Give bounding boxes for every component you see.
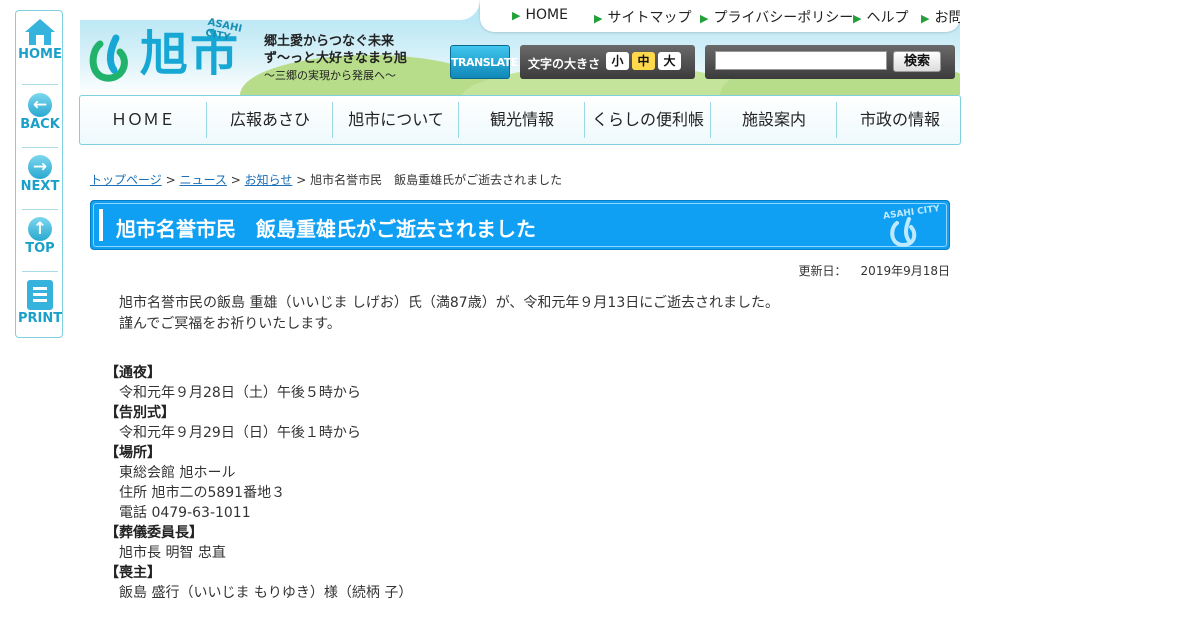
arrow-up-icon: ↑ bbox=[28, 217, 52, 241]
top-nav: ▶HOME ▶サイトマップ ▶プライバシーポリシー ▶ヘルプ ▶お問い合わせ bbox=[480, 0, 960, 32]
tagline-line: ～三郷の実現から発展へ～ bbox=[264, 69, 396, 82]
updated-value: 2019年9月18日 bbox=[860, 264, 950, 278]
top-nav-help[interactable]: ▶ ヘルプ bbox=[853, 7, 908, 27]
home-icon bbox=[25, 19, 55, 45]
tagline: 郷土愛からつなぐ未来 ず〜っと大好きなまち旭 ～三郷の実現から発展へ～ bbox=[264, 33, 407, 84]
breadcrumb-link-notice[interactable]: お知らせ bbox=[245, 173, 293, 187]
top-nav-home[interactable]: ▶ HOME bbox=[512, 7, 568, 23]
detail-value: 令和元年９月29日（日）午後１時から bbox=[119, 425, 361, 441]
detail-heading-wake: 【通夜】 bbox=[105, 365, 161, 381]
side-nav-home-label: HOME bbox=[18, 47, 62, 62]
breadcrumb: トップページ > ニュース > お知らせ > 旭市名誉市民 飯島重雄氏がご逝去さ… bbox=[90, 171, 562, 188]
arrow-right-icon: → bbox=[28, 155, 52, 179]
top-nav-sitemap-label: サイトマップ bbox=[607, 10, 692, 26]
detail-value: 飯島 盛行（いいじま もりゆき）様（続柄 子） bbox=[119, 585, 413, 601]
top-nav-contact[interactable]: ▶ お問い合わせ bbox=[921, 7, 960, 27]
logo-mark-icon bbox=[89, 34, 128, 82]
page-title: 旭市名誉市民 飯島重雄氏がご逝去されました bbox=[116, 217, 536, 241]
breadcrumb-separator: > bbox=[296, 173, 307, 187]
gnav-kouhou[interactable]: 広報あさひ bbox=[207, 96, 333, 144]
chevron-right-icon: ▶ bbox=[853, 12, 862, 25]
font-size-label: 文字の大きさ bbox=[528, 57, 601, 71]
gnav-living[interactable]: くらしの便利帳 bbox=[585, 96, 711, 144]
top-nav-contact-label: お問い合わせ bbox=[934, 10, 960, 26]
header-cloud bbox=[80, 0, 480, 20]
breadcrumb-link-top[interactable]: トップページ bbox=[90, 173, 162, 187]
funeral-details: 【通夜】 令和元年９月28日（土）午後５時から 【告別式】 令和元年９月29日（… bbox=[105, 363, 412, 603]
side-nav-next[interactable]: → NEXT bbox=[16, 155, 64, 194]
tagline-line: 郷土愛からつなぐ未来 bbox=[264, 34, 395, 49]
side-nav-home[interactable]: HOME bbox=[16, 17, 64, 62]
side-nav-back[interactable]: ← BACK bbox=[16, 93, 64, 132]
gnav-facilities[interactable]: 施設案内 bbox=[711, 96, 837, 144]
chevron-right-icon: ▶ bbox=[594, 12, 603, 25]
breadcrumb-separator: > bbox=[165, 173, 176, 187]
tagline-line: ず〜っと大好きなまち旭 bbox=[264, 51, 408, 66]
gnav-tourism[interactable]: 観光情報 bbox=[459, 96, 585, 144]
paragraph: 謹んでご冥福をお祈りいたします。 bbox=[119, 316, 341, 332]
article-body: 旭市名誉市民の飯島 重雄（いいじま しげお）氏（満87歳）が、令和元年９月13日… bbox=[119, 293, 779, 335]
top-nav-sitemap[interactable]: ▶ サイトマップ bbox=[594, 7, 691, 27]
side-nav: HOME ← BACK → NEXT ↑ TOP PRINT bbox=[15, 10, 63, 338]
site-header: ▶HOME ▶サイトマップ ▶プライバシーポリシー ▶ヘルプ ▶お問い合わせ 旭… bbox=[80, 0, 960, 95]
side-nav-print-label: PRINT bbox=[17, 311, 63, 326]
detail-heading-chief-mourner: 【喪主】 bbox=[105, 565, 161, 581]
divider bbox=[22, 147, 58, 148]
divider bbox=[22, 84, 58, 85]
translate-button[interactable]: TRANSLATE bbox=[450, 45, 518, 79]
side-nav-print[interactable]: PRINT bbox=[16, 279, 64, 326]
site-logo[interactable]: 旭市 ASAHI CITY bbox=[88, 17, 258, 86]
breadcrumb-link-news[interactable]: ニュース bbox=[179, 173, 226, 187]
detail-heading-chair: 【葬儀委員長】 bbox=[105, 525, 203, 541]
side-nav-top[interactable]: ↑ TOP bbox=[16, 217, 64, 256]
gnav-about[interactable]: 旭市について bbox=[333, 96, 459, 144]
detail-heading-place: 【場所】 bbox=[105, 445, 161, 461]
detail-value: 旭市長 明智 忠直 bbox=[119, 545, 226, 561]
global-nav: ＨＯＭＥ 広報あさひ 旭市について 観光情報 くらしの便利帳 施設案内 市政の情… bbox=[79, 95, 961, 145]
font-size-large-button[interactable]: 大 bbox=[658, 52, 681, 70]
detail-value: 令和元年９月28日（土）午後５時から bbox=[119, 385, 361, 401]
title-logo-text: ASAHI CITY bbox=[883, 204, 941, 222]
search-input[interactable] bbox=[715, 51, 887, 70]
chevron-right-icon: ▶ bbox=[700, 12, 709, 25]
font-size-control: 文字の大きさ 小 中 大 bbox=[520, 45, 695, 79]
top-nav-privacy-label: プライバシーポリシー bbox=[713, 10, 854, 26]
side-nav-back-label: BACK bbox=[20, 117, 60, 132]
detail-value: 電話 0479-63-1011 bbox=[119, 505, 251, 521]
paragraph: 旭市名誉市民の飯島 重雄（いいじま しげお）氏（満87歳）が、令和元年９月13日… bbox=[119, 295, 779, 311]
detail-value: 東総会館 旭ホール bbox=[119, 465, 236, 481]
search-button[interactable]: 検索 bbox=[893, 51, 941, 72]
detail-value: 住所 旭市二の5891番地３ bbox=[119, 485, 286, 501]
asahi-city-logo-icon: ASAHI CITY bbox=[883, 204, 941, 247]
gnav-home[interactable]: ＨＯＭＥ bbox=[80, 96, 206, 144]
breadcrumb-current: 旭市名誉市民 飯島重雄氏がご逝去されました bbox=[310, 173, 563, 187]
updated-label: 更新日： bbox=[798, 264, 847, 278]
top-nav-home-label: HOME bbox=[525, 7, 568, 23]
chevron-right-icon: ▶ bbox=[921, 12, 930, 25]
title-accent-bar bbox=[99, 209, 103, 241]
font-size-medium-button[interactable]: 中 bbox=[632, 52, 655, 70]
search-box: 検索 bbox=[705, 45, 955, 79]
divider bbox=[22, 209, 58, 210]
chevron-right-icon: ▶ bbox=[512, 9, 521, 22]
updated-date: 更新日： 2019年9月18日 bbox=[799, 262, 950, 279]
arrow-left-icon: ← bbox=[28, 93, 52, 117]
print-icon bbox=[27, 280, 53, 310]
gnav-municipal[interactable]: 市政の情報 bbox=[837, 96, 963, 144]
top-nav-help-label: ヘルプ bbox=[866, 10, 909, 26]
breadcrumb-separator: > bbox=[230, 173, 241, 187]
page-title-box: 旭市名誉市民 飯島重雄氏がご逝去されました ASAHI CITY bbox=[90, 200, 950, 250]
side-nav-next-label: NEXT bbox=[20, 179, 60, 194]
font-size-small-button[interactable]: 小 bbox=[606, 52, 629, 70]
detail-heading-funeral: 【告別式】 bbox=[105, 405, 175, 421]
top-nav-privacy[interactable]: ▶ プライバシーポリシー bbox=[700, 7, 853, 27]
side-nav-top-label: TOP bbox=[25, 241, 55, 256]
divider bbox=[22, 271, 58, 272]
